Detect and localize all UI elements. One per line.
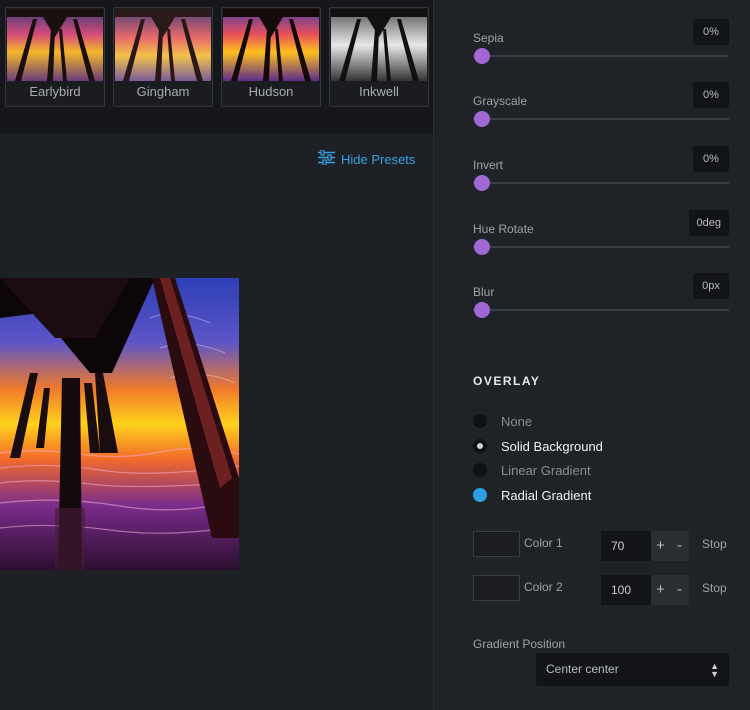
slider-label: Hue Rotate (473, 222, 534, 236)
color-1-label: Color 1 (524, 536, 563, 550)
slider-invert[interactable]: Invert 0% (473, 146, 729, 218)
radio-label: Linear Gradient (501, 462, 591, 478)
slider-hue-rotate[interactable]: Hue Rotate 0deg (473, 210, 729, 282)
radio-label: Solid Background (501, 438, 603, 454)
preset-label: Gingham (136, 84, 190, 99)
slider-track[interactable] (473, 309, 729, 311)
radio-indicator (473, 488, 487, 502)
slider-handle[interactable] (474, 302, 490, 318)
preview-area: Earlybird Gingham Hudson Inkwell Hide Pr… (0, 0, 433, 710)
hide-presets-button[interactable]: Hide Presets (318, 149, 416, 168)
slider-sepia[interactable]: Sepia 0% (473, 19, 729, 91)
color-1-stop-label: Stop (702, 537, 727, 551)
slider-blur[interactable]: Blur 0px (473, 273, 729, 345)
preset-thumbnail (7, 9, 103, 81)
slider-value: 0% (693, 146, 729, 172)
slider-value: 0% (693, 19, 729, 45)
preset-label: Hudson (248, 84, 294, 99)
color-2-stop-input[interactable]: 100 (601, 575, 651, 605)
slider-label: Invert (473, 158, 504, 172)
preview-image (0, 278, 239, 570)
slider-value: 0deg (688, 210, 729, 236)
overlay-option-linear-gradient[interactable]: Linear Gradient (473, 461, 591, 479)
preset-inkwell[interactable]: Inkwell (329, 7, 429, 107)
color-2-swatch[interactable] (473, 575, 520, 601)
color-2-label: Color 2 (524, 580, 563, 594)
preset-label: Earlybird (29, 84, 81, 99)
color-1-decrement-button[interactable]: - (670, 531, 689, 561)
preset-thumbnail (223, 9, 319, 81)
radio-label: None (501, 413, 533, 429)
gradient-position-select[interactable]: Center center ▲ ▼ (536, 653, 729, 686)
slider-handle[interactable] (474, 239, 490, 255)
color-2-increment-button[interactable]: + (651, 575, 670, 605)
slider-track[interactable] (473, 55, 729, 57)
color-1-increment-button[interactable]: + (651, 531, 670, 561)
overlay-option-radial-gradient[interactable]: Radial Gradient (473, 486, 591, 504)
radio-indicator (473, 463, 487, 477)
color-2-decrement-button[interactable]: - (670, 575, 689, 605)
slider-value: 0% (693, 82, 729, 108)
color-1-swatch[interactable] (473, 531, 520, 557)
slider-track[interactable] (473, 118, 729, 120)
gradient-position-label: Gradient Position (473, 637, 566, 651)
radio-indicator (473, 414, 487, 428)
slider-handle[interactable] (474, 111, 490, 127)
slider-track[interactable] (473, 246, 729, 248)
slider-label: Grayscale (473, 94, 528, 108)
adjustments-panel: Sepia 0% Grayscale 0% Invert 0% Hue Rota… (433, 0, 750, 710)
gradient-position-value: Center center (546, 662, 619, 676)
slider-handle[interactable] (474, 48, 490, 64)
preset-earlybird[interactable]: Earlybird (5, 7, 105, 107)
overlay-option-none[interactable]: None (473, 412, 532, 430)
overlay-section-title: OVERLAY (473, 374, 541, 388)
hide-presets-label: Hide Presets (341, 151, 416, 167)
select-arrows-icon: ▲ ▼ (710, 660, 719, 679)
radio-label: Radial Gradient (501, 487, 592, 503)
slider-label: Sepia (473, 31, 504, 45)
color-2-stop-label: Stop (702, 581, 727, 595)
preset-label: Inkwell (359, 84, 399, 99)
color-1-row: Color 1 70 + - Stop (473, 531, 729, 561)
sliders-icon (318, 149, 335, 168)
slider-grayscale[interactable]: Grayscale 0% (473, 82, 729, 154)
preset-thumbnail (115, 9, 211, 81)
preset-thumbnail (331, 9, 427, 81)
overlay-option-solid-background[interactable]: Solid Background (473, 437, 603, 455)
slider-value: 0px (693, 273, 729, 299)
slider-label: Blur (473, 285, 495, 299)
presets-strip: Earlybird Gingham Hudson Inkwell (0, 0, 433, 133)
color-2-row: Color 2 100 + - Stop (473, 575, 729, 605)
radio-indicator (473, 439, 487, 453)
color-1-stop-input[interactable]: 70 (601, 531, 651, 561)
preset-hudson[interactable]: Hudson (221, 7, 321, 107)
preset-gingham[interactable]: Gingham (113, 7, 213, 107)
slider-handle[interactable] (474, 175, 490, 191)
slider-track[interactable] (473, 182, 729, 184)
